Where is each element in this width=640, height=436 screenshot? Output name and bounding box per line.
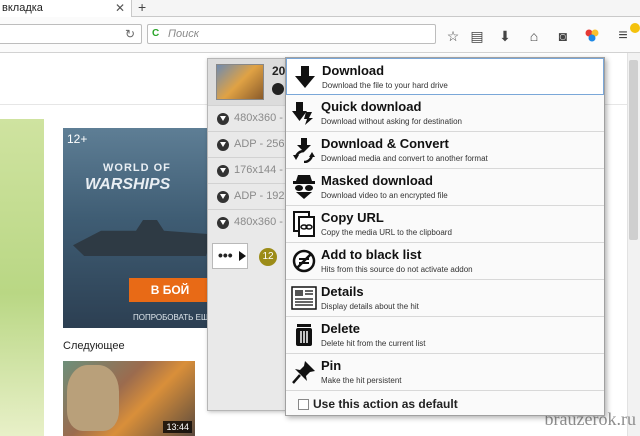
quick-download-icon: [292, 102, 313, 125]
copy-icon: [293, 211, 315, 237]
menu-item-desc: Display details about the hit: [321, 302, 419, 311]
ad-play-button[interactable]: В БОЙ: [129, 278, 211, 302]
download-circle-icon: [217, 217, 229, 229]
default-action-label: Use this action as default: [313, 397, 458, 411]
navigation-toolbar: ↻ C Поиск ☆ ▤ ⬇ ⌂ ◙ ≡: [0, 17, 640, 53]
thumbnail-image: [67, 365, 119, 431]
menu-item-desc: Make the hit persistent: [321, 376, 402, 385]
menu-item-delete[interactable]: Delete Delete hit from the current list: [286, 317, 604, 354]
hit-title: 20: [272, 64, 286, 78]
variant-label: 480x360 -: [234, 216, 283, 228]
action-menu: Download Download the file to your hard …: [285, 57, 605, 416]
menu-item-desc: Download the file to your hard drive: [322, 81, 448, 90]
video-downloadhelper-icon[interactable]: [583, 27, 601, 45]
video-duration: 13:44: [163, 421, 192, 433]
menu-item-desc: Download without asking for destination: [321, 117, 462, 126]
menu-item-black-list[interactable]: Add to black list Hits from this source …: [286, 243, 604, 280]
hit-thumbnail: [216, 64, 264, 100]
download-circle-icon: [217, 165, 229, 177]
mask-icon: [293, 175, 315, 199]
url-bar[interactable]: ↻: [0, 24, 142, 44]
convert-icon: [293, 138, 315, 163]
ad-logo-line1: WORLD OF: [103, 162, 171, 174]
video-thumbnail[interactable]: 13:44: [63, 361, 195, 436]
variant-row[interactable]: ADP - 192: [208, 183, 288, 209]
details-icon: [291, 286, 317, 310]
download-circle-icon: [217, 191, 229, 203]
menu-item-title: Download & Convert: [321, 136, 449, 151]
variant-row[interactable]: 176x144 -: [208, 157, 288, 183]
close-icon[interactable]: ✕: [115, 1, 125, 15]
reading-list-icon[interactable]: ▤: [468, 27, 486, 45]
more-row: ••• 12: [208, 239, 288, 273]
ad-cta-text: ПОПРОБОВАТЬ ЕЩЕ: [133, 313, 211, 322]
menu-item-title: Add to black list: [321, 247, 422, 262]
menu-item-quick-download[interactable]: Quick download Download without asking f…: [286, 95, 604, 132]
variant-label: 480x360 -: [234, 112, 283, 124]
menu-item-download[interactable]: Download Download the file to your hard …: [286, 58, 604, 95]
menu-item-title: Download: [322, 63, 385, 78]
menu-item-desc: Delete hit from the current list: [321, 339, 426, 348]
menu-item-desc: Hits from this source do not activate ad…: [321, 265, 473, 274]
pocket-icon[interactable]: ◙: [554, 27, 572, 45]
tab-strip: вкладка ✕ +: [0, 0, 640, 17]
menu-item-title: Delete: [321, 321, 361, 336]
download-circle-icon: [217, 113, 229, 125]
search-placeholder: Поиск: [168, 28, 199, 40]
star-icon[interactable]: ☆: [444, 27, 462, 45]
hit-count-badge: 12: [259, 248, 277, 266]
ship-image: [73, 220, 211, 256]
menu-item-title: Details: [321, 284, 364, 299]
download-arrow-icon: [295, 66, 315, 88]
pin-icon: [292, 361, 315, 384]
blacklist-icon: [292, 249, 316, 273]
tab-title: вкладка: [2, 2, 43, 14]
menu-item-pin[interactable]: Pin Make the hit persistent: [286, 354, 604, 391]
default-action-checkbox[interactable]: [298, 399, 309, 410]
variant-row[interactable]: ADP - 256: [208, 131, 288, 157]
search-input[interactable]: C Поиск: [147, 24, 436, 44]
browser-tab[interactable]: вкладка ✕: [0, 0, 132, 17]
menu-item-title: Masked download: [321, 173, 433, 188]
search-engine-icon: C: [152, 28, 160, 39]
more-actions-button[interactable]: •••: [212, 243, 248, 269]
ad-banner[interactable]: 12+ WORLD OF WARSHIPS В БОЙ ПОПРОБОВАТЬ …: [63, 128, 211, 328]
warning-badge: [630, 23, 640, 33]
variant-label: 176x144 -: [234, 164, 283, 176]
menu-item-copy-url[interactable]: Copy URL Copy the media URL to the clipb…: [286, 206, 604, 243]
download-circle-icon: [272, 83, 284, 95]
menu-item-desc: Download video to an encrypted file: [321, 191, 448, 200]
menu-item-desc: Download media and convert to another fo…: [321, 154, 488, 163]
menu-item-download-convert[interactable]: Download & Convert Download media and co…: [286, 132, 604, 169]
hit-entry[interactable]: 20: [208, 59, 288, 105]
download-circle-icon: [217, 139, 229, 151]
variant-label: ADP - 192: [234, 190, 285, 202]
ad-logo-line2: WARSHIPS: [85, 176, 171, 193]
next-videos-heading: Следующее: [63, 340, 125, 352]
menu-item-title: Pin: [321, 358, 342, 373]
menu-item-details[interactable]: Details Display details about the hit: [286, 280, 604, 317]
downloadhelper-panel: 20 480x360 - ADP - 256 176x144 - ADP - 1…: [207, 58, 288, 411]
menu-item-desc: Copy the media URL to the clipboard: [321, 228, 452, 237]
side-banner-image: [0, 119, 44, 436]
menu-item-title: Quick download: [321, 99, 422, 114]
download-arrow-icon[interactable]: ⬇: [496, 27, 514, 45]
default-action-row: Use this action as default: [286, 394, 604, 415]
reload-icon[interactable]: ↻: [125, 27, 135, 41]
menu-item-title: Copy URL: [321, 210, 384, 225]
variant-row[interactable]: 480x360 -: [208, 209, 288, 235]
variant-label: ADP - 256: [234, 138, 285, 150]
trash-icon: [296, 324, 312, 346]
home-icon[interactable]: ⌂: [525, 27, 543, 45]
age-rating: 12+: [67, 132, 88, 146]
scrollbar-thumb[interactable]: [629, 60, 638, 240]
variant-row[interactable]: 480x360 -: [208, 105, 288, 131]
plus-icon[interactable]: +: [138, 0, 146, 15]
menu-item-masked-download[interactable]: Masked download Download video to an enc…: [286, 169, 604, 206]
